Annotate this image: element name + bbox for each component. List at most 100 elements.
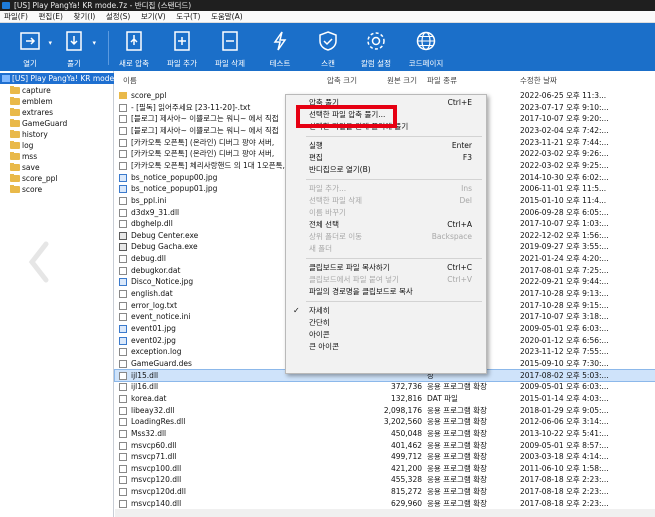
file-name: bs_notice_popup00.jpg xyxy=(131,172,218,182)
tree-folder-mss[interactable]: mss xyxy=(8,151,37,162)
context-menu-item[interactable]: 실행 Enter xyxy=(286,140,486,152)
file-icon xyxy=(119,150,127,159)
file-icon xyxy=(119,464,127,473)
file-icon xyxy=(119,138,127,147)
file-icon xyxy=(119,348,127,357)
tree-root-archive[interactable]: [US] Play PangYa! KR mode.7z xyxy=(0,73,114,84)
exe-file-icon xyxy=(119,243,127,252)
file-date: 2023-11-21 오후 7:44:... xyxy=(520,137,609,147)
menu-item-label: 클립보드에서 파일 붙여 넣기 xyxy=(309,275,399,284)
table-row[interactable]: msvcp100.dll 421,200 응용 프로그램 확장 2011-06-10 … xyxy=(115,463,655,475)
shield-icon xyxy=(319,31,337,51)
file-name: [블로그] 제사아~ 이쁠로그는 워니~ 에서 직접 xyxy=(131,125,279,135)
table-row[interactable]: LoadingRes.dll 3,202,560 응용 프로그램 확장 2012-06… xyxy=(115,416,655,428)
tree-folder-score[interactable]: score xyxy=(8,184,42,195)
tree-folder-score-ppl[interactable]: score_ppl xyxy=(8,173,58,184)
file-date: 2015-01-10 오후 11:4... xyxy=(520,195,607,205)
file-date: 2017-10-28 오후 9:13:... xyxy=(520,289,609,299)
context-menu-item[interactable]: 간단히 xyxy=(286,317,486,329)
folder-icon xyxy=(10,108,20,116)
context-menu-item: 새 폴더 xyxy=(286,243,486,255)
tree-folder-save[interactable]: save xyxy=(8,162,40,173)
file-type: 응용 프로그램 확장 xyxy=(427,487,487,497)
table-row[interactable]: libeay32.dll 2,098,176 응용 프로그램 확장 2018-01-2… xyxy=(115,405,655,417)
tree-folder-emblem[interactable]: emblem xyxy=(8,96,53,107)
column-header-type[interactable]: 파일 종류 xyxy=(427,74,457,87)
file-size: 421,200 xyxy=(390,463,422,473)
new-archive-icon xyxy=(126,31,142,51)
exe-file-icon xyxy=(119,231,127,240)
context-menu-item[interactable]: 편집 F3 xyxy=(286,152,486,164)
menu-file[interactable]: 파일(F) xyxy=(0,11,32,23)
file-date: 2017-08-01 오후 7:25:... xyxy=(520,265,609,275)
file-size: 629,960 xyxy=(390,498,422,508)
codepage-button[interactable]: 코드페이지 xyxy=(396,23,456,71)
file-name: score_ppl xyxy=(131,91,167,100)
file-icon xyxy=(119,453,127,462)
file-icon xyxy=(119,301,127,310)
table-row[interactable]: ijl16.dll 372,736 응용 프로그램 확장 2009-05-01 오후 … xyxy=(115,381,655,393)
image-file-icon xyxy=(119,278,127,287)
file-date: 2017-10-07 오후 1:03:... xyxy=(520,219,609,229)
file-size: 132,816 xyxy=(390,393,422,403)
menu-item-label: 아이콘 xyxy=(309,330,330,339)
context-menu-item[interactable]: 큰 아이콘 xyxy=(286,341,486,353)
file-date: 2009-05-01 오후 6:03:... xyxy=(520,324,609,333)
previous-arrow-icon[interactable] xyxy=(26,240,52,284)
context-menu-item[interactable]: 파일의 경로명을 클립보드로 복사 xyxy=(286,286,486,298)
file-name: debug.dll xyxy=(131,254,166,264)
table-row[interactable]: korea.dat 132,816 DAT 파일 2015-01-14 오후 4:03… xyxy=(115,393,655,405)
table-row[interactable]: msvcp60.dll 401,462 응용 프로그램 확장 2009-05-01 오… xyxy=(115,440,655,452)
file-type: 응용 프로그램 확장 xyxy=(427,382,487,392)
table-row[interactable]: Mss32.dll 450,048 응용 프로그램 확장 2013-10-22 오후 … xyxy=(115,428,655,440)
table-row[interactable]: msvcp140.dll 629,960 응용 프로그램 확장 2017-08-18 … xyxy=(115,498,655,510)
file-icon xyxy=(119,255,127,264)
file-icon xyxy=(119,196,127,205)
extract-button[interactable]: ▾ 풀기 xyxy=(44,23,104,71)
file-date: 2011-06-10 오후 1:58:... xyxy=(520,463,609,473)
table-row[interactable]: msvcp71.dll 499,712 응용 프로그램 확장 2003-03-18 오… xyxy=(115,451,655,463)
menu-view[interactable]: 보기(V) xyxy=(137,11,170,23)
column-header-size[interactable]: 원본 크기 xyxy=(387,74,417,87)
table-row[interactable]: msvcp120.dll 455,328 응용 프로그램 확장 2017-08-18 … xyxy=(115,474,655,486)
context-menu-item[interactable]: 반디집으로 열기(B) xyxy=(286,164,486,176)
globe-icon xyxy=(416,31,436,51)
bandizip-app-icon xyxy=(2,2,10,9)
column-header-packed[interactable]: 압축 크기 xyxy=(327,74,357,87)
file-date: 2023-02-04 오후 7:42:... xyxy=(520,125,609,135)
tree-folder-gameguard[interactable]: GameGuard xyxy=(8,118,67,129)
folder-icon xyxy=(10,141,20,149)
tree-folder-log[interactable]: log xyxy=(8,140,33,151)
context-menu-item: 이름 바꾸기 xyxy=(286,207,486,219)
file-size: 401,462 xyxy=(390,440,422,450)
menu-item-label: 반디집으로 열기(B) xyxy=(309,165,371,174)
table-row[interactable]: msvcp120d.dll 815,272 응용 프로그램 확장 2017-08-18… xyxy=(115,486,655,498)
context-menu-item[interactable]: ✓ 자세히 xyxy=(286,305,486,317)
folder-icon xyxy=(10,119,20,127)
file-name: LoadingRes.dll xyxy=(131,417,186,427)
file-type: 응용 프로그램 확장 xyxy=(427,475,487,485)
context-menu-item[interactable]: 아이콘 xyxy=(286,329,486,341)
menu-settings[interactable]: 설정(S) xyxy=(102,11,134,23)
file-date: 2012-06-06 오후 3:14:... xyxy=(520,417,609,427)
file-icon xyxy=(119,406,127,415)
tree-folder-extrares[interactable]: extrares xyxy=(8,107,53,118)
file-date: 2006-09-28 오후 6:05:... xyxy=(520,207,609,217)
context-menu-item: 클립보드에서 파일 붙여 넣기 Ctrl+V xyxy=(286,274,486,286)
tree-folder-history[interactable]: history xyxy=(8,129,48,140)
menu-edit[interactable]: 편집(E) xyxy=(35,11,67,23)
file-date: 2022-06-25 오후 11:3... xyxy=(520,91,607,100)
menu-item-shortcut: Ins xyxy=(461,184,472,193)
menu-find[interactable]: 찾기(I) xyxy=(69,11,99,23)
menu-tools[interactable]: 도구(T) xyxy=(172,11,204,23)
file-name: korea.dat xyxy=(131,393,167,403)
context-menu-item[interactable]: 클립보드로 파일 복사하기 Ctrl+C xyxy=(286,262,486,274)
tree-folder-capture[interactable]: capture xyxy=(8,85,51,96)
menu-item-shortcut: Ctrl+A xyxy=(447,220,472,229)
menu-help[interactable]: 도움말(A) xyxy=(207,11,247,23)
column-header-name[interactable]: 이름 xyxy=(123,74,137,87)
file-name: Debug Center.exe xyxy=(131,230,199,240)
column-header-date[interactable]: 수정한 날짜 xyxy=(520,74,557,87)
context-menu-item[interactable]: 전체 선택 Ctrl+A xyxy=(286,219,486,231)
menu-item-label: 새 폴더 xyxy=(309,244,333,253)
